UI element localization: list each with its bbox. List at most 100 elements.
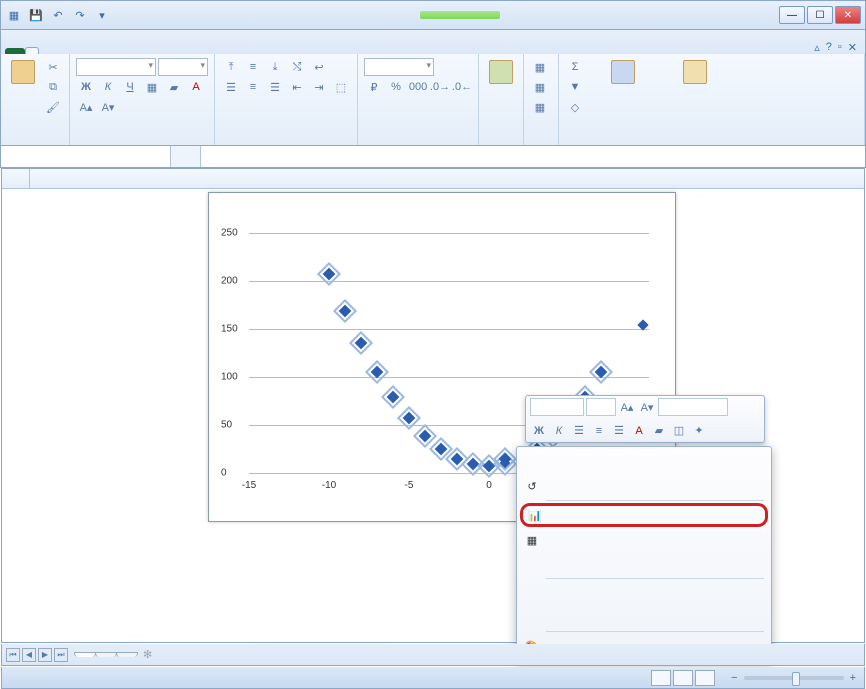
data-marker[interactable]	[323, 268, 336, 281]
align-right-icon[interactable]: ☰	[265, 78, 285, 96]
increase-indent-icon[interactable]: ⇥	[309, 78, 329, 96]
sheet-nav-next-icon[interactable]: ▶	[38, 648, 52, 662]
mini-align-left-icon[interactable]: ☰	[570, 422, 588, 440]
view-normal-icon[interactable]	[651, 670, 671, 686]
chart-legend[interactable]	[639, 321, 651, 332]
data-marker[interactable]	[435, 443, 448, 456]
mini-font-combo[interactable]	[530, 398, 584, 416]
mini-size-combo[interactable]	[586, 398, 616, 416]
delete-cells-icon[interactable]: ▦	[530, 78, 550, 96]
border-icon[interactable]: ▦	[142, 78, 162, 96]
mini-outline-icon[interactable]: ◫	[670, 422, 688, 440]
save-icon[interactable]: 💾	[27, 6, 45, 24]
data-marker[interactable]	[339, 304, 352, 317]
format-painter-icon[interactable]: 🖌	[43, 98, 63, 116]
sheet-tab-3[interactable]	[116, 652, 138, 657]
view-page-break-icon[interactable]	[695, 670, 715, 686]
close-button[interactable]: ✕	[835, 6, 861, 24]
find-select-button[interactable]	[661, 58, 729, 88]
tab-home[interactable]	[25, 47, 39, 54]
minimize-button[interactable]: —	[779, 6, 805, 24]
help-icon[interactable]: ?	[826, 41, 832, 54]
align-left-icon[interactable]: ☰	[221, 78, 241, 96]
underline-icon[interactable]: Ч	[120, 78, 140, 96]
data-marker[interactable]	[419, 429, 432, 442]
decrease-indent-icon[interactable]: ⇤	[287, 78, 307, 96]
copy-icon[interactable]: ⧉	[43, 78, 63, 96]
name-box[interactable]	[1, 146, 171, 167]
data-marker[interactable]	[355, 337, 368, 350]
clear-icon[interactable]: ◇	[565, 98, 585, 116]
styles-button[interactable]	[485, 58, 517, 88]
font-color-icon[interactable]: A	[186, 78, 206, 96]
comma-icon[interactable]: 000	[408, 78, 428, 96]
mini-italic-icon[interactable]: К	[550, 422, 568, 440]
zoom-out-icon[interactable]: −	[731, 672, 737, 684]
mini-align-right-icon[interactable]: ☰	[610, 422, 628, 440]
data-marker[interactable]	[451, 452, 464, 465]
cm-add-labels[interactable]	[520, 581, 768, 605]
align-middle-icon[interactable]: ≡	[243, 58, 263, 76]
undo-icon[interactable]: ↶	[49, 6, 67, 24]
data-marker[interactable]	[403, 412, 416, 425]
fx-icon[interactable]	[171, 146, 201, 167]
cm-change-chart-type[interactable]: 📊	[520, 503, 768, 527]
align-center-icon[interactable]: ≡	[243, 78, 263, 96]
redo-icon[interactable]: ↷	[71, 6, 89, 24]
maximize-button[interactable]: ☐	[807, 6, 833, 24]
currency-icon[interactable]: ₽	[364, 78, 384, 96]
formula-input[interactable]	[201, 146, 865, 167]
data-marker[interactable]	[467, 458, 480, 471]
bold-icon[interactable]: Ж	[76, 78, 96, 96]
insert-cells-icon[interactable]: ▦	[530, 58, 550, 76]
cm-add-trendline[interactable]	[520, 605, 768, 629]
number-format-combo[interactable]	[364, 58, 434, 76]
qat-more-icon[interactable]: ▾	[93, 6, 111, 24]
mini-effects-icon[interactable]: ✦	[690, 422, 708, 440]
sheet-nav-last-icon[interactable]: ⏭	[54, 648, 68, 662]
merge-icon[interactable]: ⬚	[331, 78, 351, 96]
cm-reset-style[interactable]: ↺	[520, 474, 768, 498]
align-top-icon[interactable]: ⤒	[221, 58, 241, 76]
new-sheet-icon[interactable]: ✻	[143, 648, 152, 661]
window-restore-icon[interactable]: ▫	[838, 41, 842, 54]
sheet-tab-2[interactable]	[95, 652, 117, 657]
mini-shrink-font-icon[interactable]: A▾	[638, 398, 656, 416]
mini-series-combo[interactable]	[658, 398, 728, 416]
sheet-nav-prev-icon[interactable]: ◀	[22, 648, 36, 662]
align-bottom-icon[interactable]: ⤓	[265, 58, 285, 76]
wrap-text-icon[interactable]: ↩	[309, 58, 329, 76]
mini-grow-font-icon[interactable]: A▴	[618, 398, 636, 416]
mini-align-center-icon[interactable]: ≡	[590, 422, 608, 440]
chart-title[interactable]	[209, 193, 675, 205]
mini-font-color-icon[interactable]: A	[630, 422, 648, 440]
font-name-combo[interactable]	[76, 58, 156, 76]
cut-icon[interactable]: ✂	[43, 58, 63, 76]
sort-filter-button[interactable]	[589, 58, 657, 88]
paste-button[interactable]	[7, 58, 39, 88]
italic-icon[interactable]: К	[98, 78, 118, 96]
autosum-icon[interactable]: Σ	[565, 58, 585, 76]
sheet-tab-1[interactable]	[74, 652, 96, 657]
workbook-close-icon[interactable]: ✕	[848, 41, 857, 54]
fill-icon[interactable]: ▼	[565, 78, 585, 96]
mini-bold-icon[interactable]: Ж	[530, 422, 548, 440]
fill-color-icon[interactable]: ▰	[164, 78, 184, 96]
data-marker[interactable]	[483, 460, 496, 473]
cm-delete[interactable]	[520, 450, 768, 474]
format-cells-icon[interactable]: ▦	[530, 98, 550, 116]
zoom-slider[interactable]	[744, 676, 844, 680]
cm-select-data[interactable]: ▦	[520, 528, 768, 552]
percent-icon[interactable]: %	[386, 78, 406, 96]
decrease-decimal-icon[interactable]: .0←	[452, 78, 472, 96]
increase-font-icon[interactable]: A▴	[76, 98, 96, 116]
increase-decimal-icon[interactable]: .0→	[430, 78, 450, 96]
orientation-icon[interactable]: ⤭	[287, 58, 307, 76]
zoom-in-icon[interactable]: +	[850, 672, 856, 684]
select-all-corner[interactable]	[2, 169, 30, 188]
font-size-combo[interactable]	[158, 58, 208, 76]
mini-fill-color-icon[interactable]: ▰	[650, 422, 668, 440]
sheet-nav-first-icon[interactable]: ⏮	[6, 648, 20, 662]
decrease-font-icon[interactable]: A▾	[98, 98, 118, 116]
view-page-layout-icon[interactable]	[673, 670, 693, 686]
